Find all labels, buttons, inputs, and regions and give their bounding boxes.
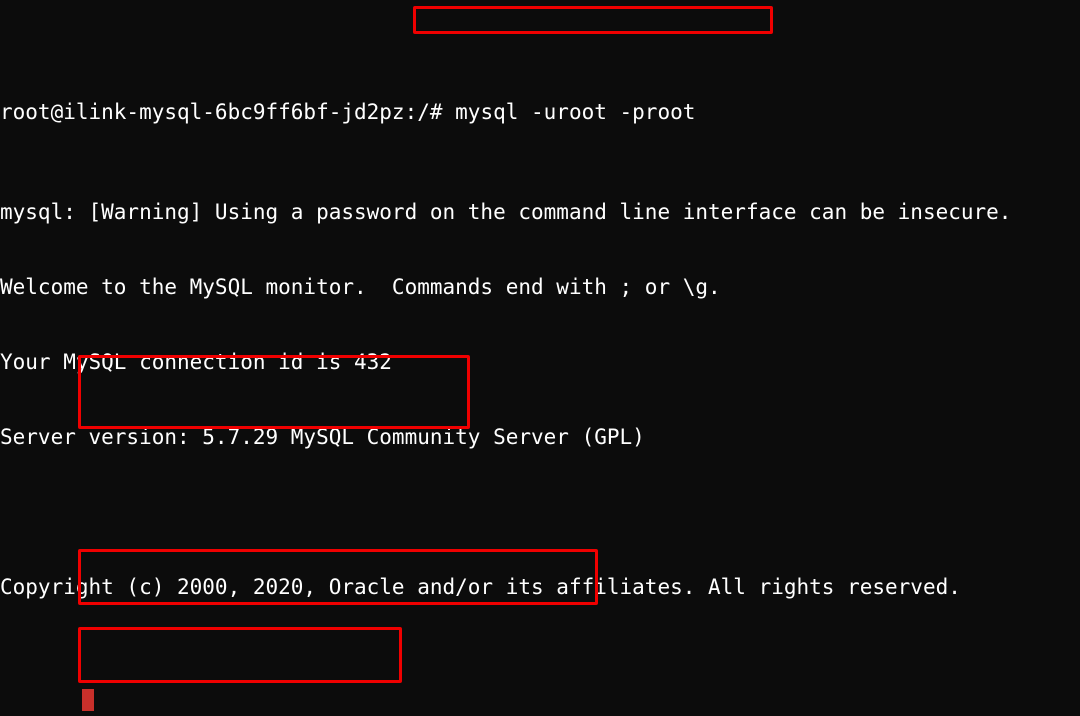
terminal-window[interactable]: root@ilink-mysql-6bc9ff6bf-jd2pz:/# mysq… (0, 0, 1080, 716)
output-line: Copyright (c) 2000, 2020, Oracle and/or … (0, 575, 1080, 600)
output-line: mysql: [Warning] Using a password on the… (0, 200, 1080, 225)
annotation-box-login-cmd (413, 6, 773, 34)
output-line: Server version: 5.7.29 MySQL Community S… (0, 425, 1080, 450)
output-line (0, 650, 1080, 675)
output-line: Your MySQL connection id is 432 (0, 350, 1080, 375)
output-line: Welcome to the MySQL monitor. Commands e… (0, 275, 1080, 300)
output-line (0, 500, 1080, 525)
shell-prompt: root@ilink-mysql-6bc9ff6bf-jd2pz:/# (0, 100, 455, 124)
cursor-block (82, 689, 94, 711)
shell-command: mysql -uroot -proot (455, 100, 695, 124)
